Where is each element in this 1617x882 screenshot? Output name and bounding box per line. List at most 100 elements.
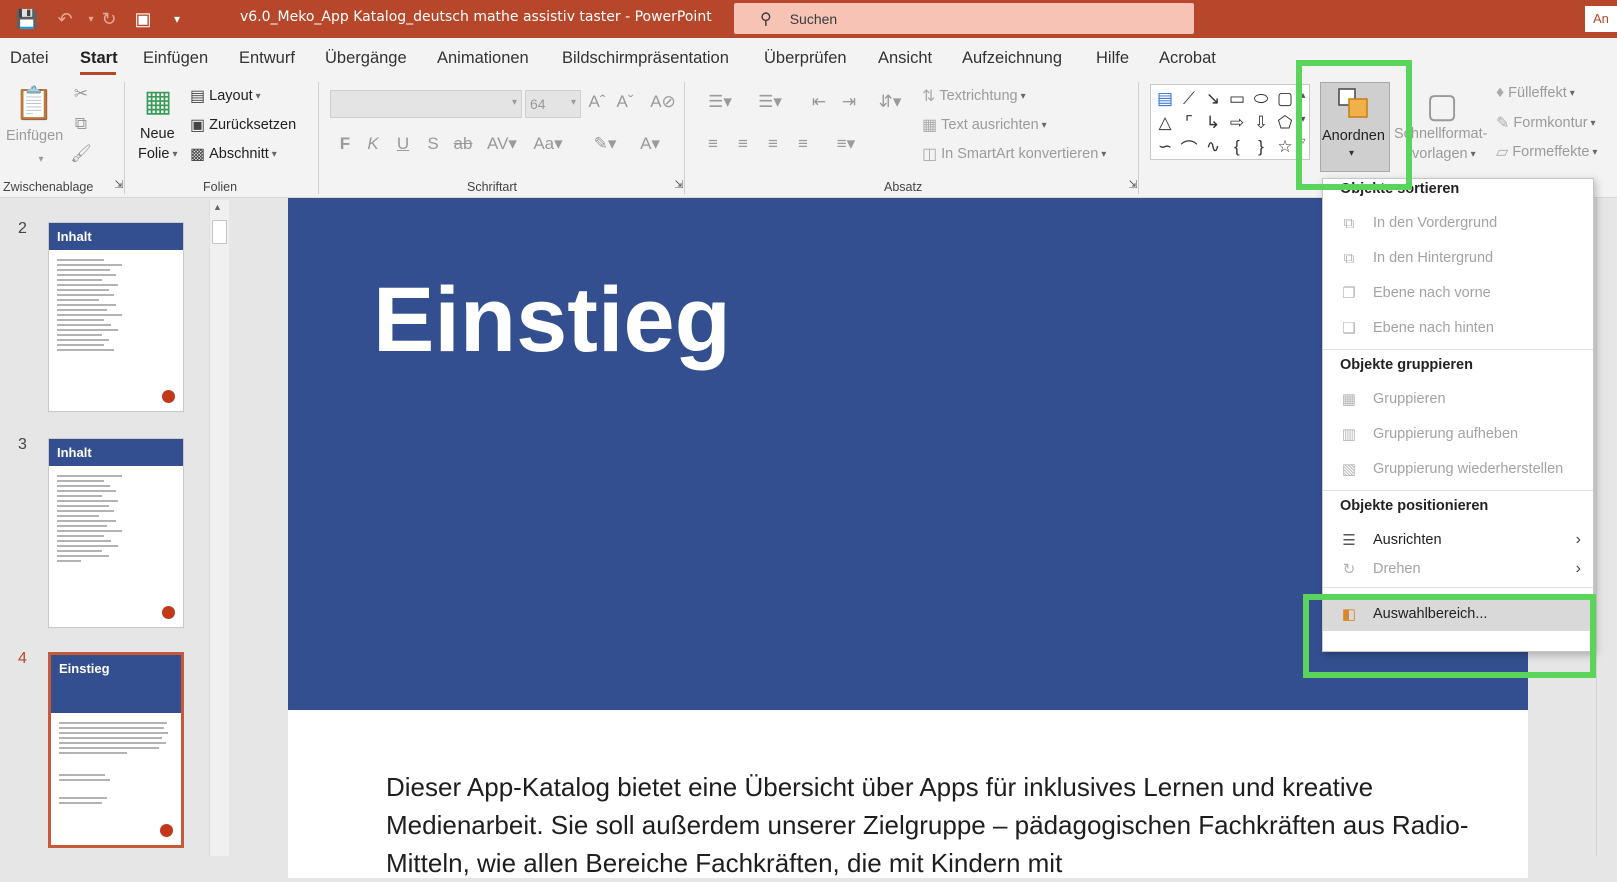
curve-shape-icon[interactable]: ∿ [1201, 135, 1225, 159]
paste-dropdown-icon[interactable]: ▾ [28, 154, 54, 165]
tab-bildschirmpraesentation[interactable]: Bildschirmpräsentation [562, 49, 729, 68]
line-spacing-icon[interactable]: ⇵▾ [870, 92, 910, 112]
strikethrough-icon[interactable]: ab [450, 134, 476, 154]
menu-item-send-to-back[interactable]: ⧉ In den Hintergrund [1323, 241, 1593, 275]
align-left-icon[interactable]: ≡ [700, 134, 726, 154]
left-brace-shape-icon[interactable]: { [1225, 135, 1249, 159]
undo-icon[interactable]: ↶ [52, 6, 78, 32]
decrease-font-icon[interactable]: Aˇ [612, 92, 638, 112]
paragraph-launcher-icon[interactable]: ⇲ [1120, 178, 1146, 191]
line-shape-icon[interactable]: ⟋ [1177, 87, 1201, 111]
section-button[interactable]: ▩ Abschnitt ▾ [190, 144, 277, 164]
scroll-thumb[interactable] [212, 220, 227, 244]
clear-formatting-icon[interactable]: A⊘ [650, 92, 676, 112]
bold-icon[interactable]: F [332, 134, 358, 154]
tab-ueberpruefen[interactable]: Überprüfen [764, 49, 847, 68]
new-slide-icon[interactable]: ▦ [138, 84, 178, 119]
align-right-icon[interactable]: ≡ [760, 134, 786, 154]
tab-acrobat[interactable]: Acrobat [1159, 49, 1216, 68]
decrease-indent-icon[interactable]: ⇤ [806, 92, 832, 112]
customize-qat-icon[interactable]: ▾ [164, 6, 190, 32]
format-painter-icon[interactable]: 🖌 [68, 144, 94, 164]
quick-styles-icon[interactable]: ▢ [1420, 86, 1464, 126]
cut-icon[interactable]: ✂ [68, 84, 94, 104]
highlight-color-icon[interactable]: ✎▾ [585, 134, 625, 154]
tab-aufzeichnung[interactable]: Aufzeichnung [962, 49, 1062, 68]
tab-einfuegen[interactable]: Einfügen [143, 49, 208, 68]
rounded-rectangle-shape-icon[interactable]: ▢ [1273, 87, 1297, 111]
paste-button[interactable]: Einfügen [6, 128, 63, 144]
menu-item-bring-forward[interactable]: ❐ Ebene nach vorne [1323, 276, 1593, 310]
tab-start[interactable]: Start [80, 49, 118, 68]
font-color-icon[interactable]: A▾ [630, 134, 670, 154]
italic-icon[interactable]: K [360, 134, 386, 154]
character-spacing-icon[interactable]: AV▾ [482, 134, 522, 154]
elbow-arrow-shape-icon[interactable]: ↳ [1201, 111, 1225, 135]
shadow-icon[interactable]: S [420, 134, 446, 154]
shapes-gallery[interactable]: ▤ ⟋ ↘ ▭ ⬭ ▢ △ ⌜ ↳ ⇨ ⇩ ⬠ ∽ ⌒ ∿ { } ☆ [1150, 84, 1310, 160]
clipboard-launcher-icon[interactable]: ⇲ [106, 178, 132, 191]
search-box[interactable]: ⚲ Suchen [734, 3, 1194, 34]
save-icon[interactable]: 💾 [14, 6, 40, 32]
menu-item-align[interactable]: ☰ Ausrichten › [1323, 523, 1593, 557]
shape-fill-button[interactable]: ♦ Fülleffekt ▾ [1496, 84, 1575, 102]
change-case-icon[interactable]: Aa▾ [528, 134, 568, 154]
justify-icon[interactable]: ≡ [790, 134, 816, 154]
shape-effects-button[interactable]: ▱ Formeffekte ▾ [1496, 142, 1597, 162]
new-slide-button[interactable]: Folie ▾ [138, 146, 177, 162]
underline-icon[interactable]: U [390, 134, 416, 154]
align-text-button[interactable]: ▦ Text ausrichten ▾ [922, 115, 1047, 135]
text-direction-button[interactable]: ⇅ Textrichtung ▾ [922, 86, 1026, 106]
font-family-select[interactable]: ▾ [330, 90, 522, 118]
columns-icon[interactable]: ≡▾ [826, 134, 866, 154]
arrow-line-shape-icon[interactable]: ↘ [1201, 87, 1225, 111]
menu-item-bring-to-front[interactable]: ⧉ In den Vordergrund [1323, 206, 1593, 240]
down-arrow-shape-icon[interactable]: ⇩ [1249, 111, 1273, 135]
right-scrollbar[interactable] [1596, 198, 1617, 856]
reset-button[interactable]: ▣ Zurücksetzen [190, 115, 296, 135]
slide-title[interactable]: Einstieg [373, 268, 731, 373]
paste-icon[interactable]: 📋 [14, 84, 54, 122]
menu-item-send-backward[interactable]: ❑ Ebene nach hinten [1323, 311, 1593, 345]
tab-hilfe[interactable]: Hilfe [1096, 49, 1129, 68]
slide-thumbnail-2[interactable]: Inhalt [48, 222, 184, 412]
menu-item-regroup[interactable]: ▧ Gruppierung wiederherstellen [1323, 452, 1593, 486]
smartart-button[interactable]: ◫ In SmartArt konvertieren ▾ [922, 144, 1106, 164]
shape-outline-button[interactable]: ✎ Formkontur ▾ [1496, 113, 1596, 133]
bullets-icon[interactable]: ☰▾ [700, 92, 740, 112]
menu-item-ungroup[interactable]: ▥ Gruppierung aufheben [1323, 417, 1593, 451]
slide-thumbnail-4[interactable]: Einstieg [48, 652, 184, 848]
account-button[interactable]: An [1585, 6, 1617, 32]
redo-icon[interactable]: ↻ [96, 6, 122, 32]
right-arrow-shape-icon[interactable]: ⇨ [1225, 111, 1249, 135]
increase-indent-icon[interactable]: ⇥ [836, 92, 862, 112]
right-brace-shape-icon[interactable]: } [1249, 135, 1273, 159]
scroll-up-icon[interactable]: ▲ [213, 202, 222, 212]
star-shape-icon[interactable]: ☆ [1273, 135, 1297, 159]
tab-uebergaenge[interactable]: Übergänge [325, 49, 407, 68]
new-slide-label-line1[interactable]: Neue [140, 126, 175, 142]
tab-animationen[interactable]: Animationen [437, 49, 529, 68]
oval-shape-icon[interactable]: ⬭ [1249, 87, 1273, 111]
layout-button[interactable]: ▤ Layout ▾ [190, 86, 261, 106]
quick-styles-button[interactable]: vorlagen ▾ [1412, 146, 1476, 162]
triangle-shape-icon[interactable]: △ [1153, 111, 1177, 135]
arc-shape-icon[interactable]: ⌒ [1177, 135, 1201, 159]
menu-item-group[interactable]: ▦ Gruppieren [1323, 382, 1593, 416]
thumbnail-scrollbar[interactable]: ▲ [209, 200, 229, 856]
copy-icon[interactable]: ⧉ [68, 114, 94, 134]
tab-entwurf[interactable]: Entwurf [239, 49, 295, 68]
slide-thumbnail-3[interactable]: Inhalt [48, 438, 184, 628]
freeform-shape-icon[interactable]: ∽ [1153, 135, 1177, 159]
numbering-icon[interactable]: ☰▾ [750, 92, 790, 112]
tab-ansicht[interactable]: Ansicht [878, 49, 932, 68]
pentagon-shape-icon[interactable]: ⬠ [1273, 111, 1297, 135]
presentation-start-icon[interactable]: ▣ [130, 6, 156, 32]
menu-item-rotate[interactable]: ↻ Drehen › [1323, 557, 1593, 581]
align-center-icon[interactable]: ≡ [730, 134, 756, 154]
rectangle-shape-icon[interactable]: ▭ [1225, 87, 1249, 111]
slide-body-text[interactable]: Dieser App-Katalog bietet eine Übersicht… [386, 768, 1486, 882]
font-launcher-icon[interactable]: ⇲ [666, 178, 692, 191]
elbow-connector-shape-icon[interactable]: ⌜ [1177, 111, 1201, 135]
tab-datei[interactable]: Datei [10, 49, 49, 68]
